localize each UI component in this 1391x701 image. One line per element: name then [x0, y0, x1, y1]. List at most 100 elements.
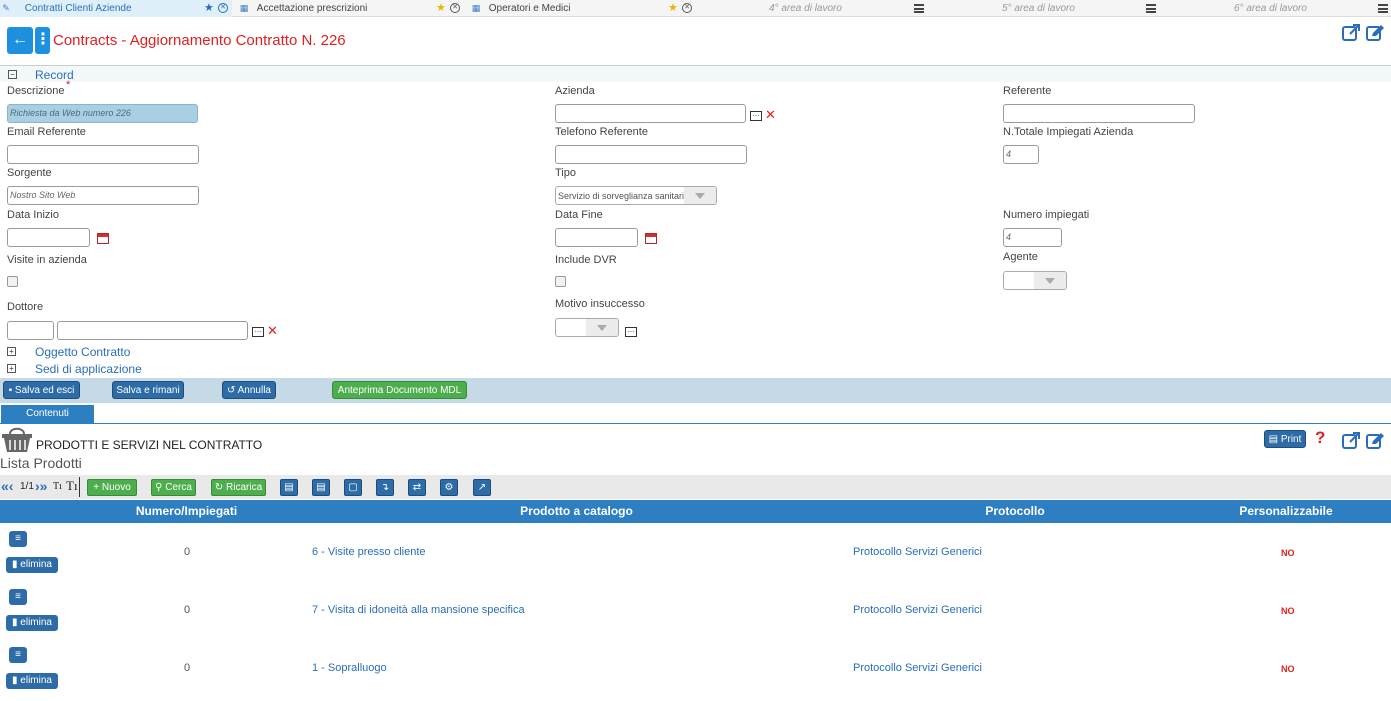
external-link-icon[interactable]: ↗ — [473, 479, 491, 496]
font-large-button[interactable]: Tı — [66, 478, 78, 494]
gear-icon[interactable]: ⚙ — [440, 479, 458, 496]
delete-button[interactable]: ▮ elimina — [6, 557, 58, 573]
row-menu-button[interactable]: ≡ — [9, 531, 27, 547]
help-icon[interactable]: ? — [1315, 428, 1325, 448]
column-header-personalizzabile[interactable]: Personalizzabile — [1186, 500, 1386, 523]
font-small-button[interactable]: Tı — [53, 481, 62, 492]
tipo-value: Servizio di sorveglianza sanitaria — [558, 191, 690, 201]
close-icon[interactable]: ✕ — [450, 3, 460, 13]
window-tab-contratti[interactable]: ✎ Contratti Clienti Aziende ★ ✕ — [0, 0, 232, 17]
menu-icon[interactable] — [914, 4, 924, 13]
arrow-down-icon[interactable]: ↴ — [376, 479, 394, 496]
descrizione-input[interactable]: Richiesta da Web numero 226 — [7, 104, 198, 123]
expand-icon[interactable]: + — [7, 347, 16, 356]
more-menu-button[interactable]: ⋮ — [35, 27, 51, 54]
table-cell-personalizzabile: NO — [1281, 664, 1295, 674]
edit-icon[interactable] — [1366, 24, 1385, 41]
external-link-icon[interactable] — [1342, 432, 1361, 449]
numero-impiegati-input[interactable]: 4 — [1003, 228, 1062, 247]
tipo-select[interactable]: Servizio di sorveglianza sanitaria — [555, 186, 717, 205]
preview-document-button[interactable]: Anteprima Documento MDL — [332, 381, 467, 399]
table-cell-protocollo[interactable]: Protocollo Servizi Generici — [853, 546, 982, 558]
page-title: Contracts - Aggiornamento Contratto N. 2… — [53, 32, 346, 49]
record-section-header — [0, 66, 1391, 82]
search-button[interactable]: ⚲ Cerca — [151, 479, 196, 496]
document-icon[interactable]: ▤ — [280, 479, 298, 496]
include-dvr-checkbox[interactable] — [555, 276, 566, 287]
save-stay-button[interactable]: Salva e rimani — [112, 381, 184, 399]
telefono-referente-input[interactable] — [555, 145, 747, 164]
menu-icon[interactable] — [1146, 4, 1156, 13]
divider — [79, 477, 80, 497]
reload-button[interactable]: ↻ Ricarica — [211, 479, 266, 496]
column-header-numero[interactable]: Numero/Impiegati — [0, 500, 373, 523]
column-header-prodotto[interactable]: Prodotto a catalogo — [373, 500, 780, 523]
lookup-icon[interactable]: ... — [252, 326, 264, 337]
email-referente-input[interactable] — [7, 145, 199, 164]
lookup-icon[interactable]: ... — [750, 110, 762, 121]
visite-azienda-checkbox[interactable] — [7, 276, 18, 287]
work-area-6[interactable]: 6° area di lavoro — [1234, 0, 1307, 17]
table-cell-prodotto[interactable]: 7 - Visita di idoneità alla mansione spe… — [312, 604, 525, 616]
totale-impiegati-input[interactable]: 4 — [1003, 145, 1039, 164]
table-cell-protocollo[interactable]: Protocollo Servizi Generici — [853, 662, 982, 674]
section-sedi-applicazione[interactable]: Sedi di applicazione — [35, 362, 142, 376]
swap-icon[interactable]: ⇄ — [408, 479, 426, 496]
row-menu-button[interactable]: ≡ — [9, 647, 27, 663]
menu-icon[interactable] — [1378, 4, 1388, 13]
file-icon[interactable]: ▢ — [344, 479, 362, 496]
clear-icon[interactable]: ✕ — [267, 324, 278, 337]
chevron-down-icon — [684, 187, 716, 204]
print-button[interactable]: ▤ Print — [1264, 430, 1306, 448]
edit-icon[interactable] — [1366, 432, 1385, 449]
star-icon[interactable]: ★ — [668, 0, 678, 17]
azienda-input[interactable] — [555, 104, 746, 123]
search-icon: ⚲ — [155, 482, 163, 493]
work-area-4[interactable]: 4° area di lavoro — [769, 0, 842, 17]
external-link-icon[interactable] — [1342, 24, 1361, 41]
close-icon[interactable]: ✕ — [682, 3, 692, 13]
lookup-icon[interactable]: ... — [625, 326, 637, 337]
dottore-code-input[interactable] — [7, 321, 54, 340]
table-cell-protocollo[interactable]: Protocollo Servizi Generici — [853, 604, 982, 616]
section-oggetto-contratto[interactable]: Oggetto Contratto — [35, 345, 130, 359]
star-icon[interactable]: ★ — [204, 0, 214, 17]
close-icon[interactable]: ✕ — [218, 3, 228, 13]
dottore-input[interactable] — [57, 321, 248, 340]
last-page-icon[interactable]: ›» — [35, 478, 47, 494]
expand-icon[interactable]: + — [7, 364, 16, 373]
window-tab-operatori[interactable]: ▦ Operatori e Medici ★ ✕ — [470, 0, 696, 17]
table-cell-prodotto[interactable]: 1 - Sopralluogo — [312, 662, 387, 674]
calendar-icon[interactable] — [645, 233, 657, 244]
motivo-insuccesso-select[interactable] — [555, 318, 619, 337]
column-header-protocollo[interactable]: Protocollo — [780, 500, 1250, 523]
motivo-insuccesso-label: Motivo insuccesso — [555, 298, 645, 310]
table-cell-numero: 0 — [184, 662, 191, 674]
agente-select[interactable] — [1003, 271, 1067, 290]
trash-icon: ▮ — [12, 617, 18, 628]
data-fine-input[interactable] — [555, 228, 638, 247]
save-exit-button[interactable]: ▪ Salva ed esci — [3, 381, 80, 399]
collapse-icon[interactable]: − — [8, 70, 17, 79]
data-inizio-input[interactable] — [7, 228, 90, 247]
new-button[interactable]: + Nuovo — [87, 479, 137, 496]
sorgente-input[interactable]: Nostro Sito Web — [7, 186, 199, 205]
work-area-5[interactable]: 5° area di lavoro — [1002, 0, 1075, 17]
calendar-icon[interactable] — [97, 233, 109, 244]
row-menu-button[interactable]: ≡ — [9, 589, 27, 605]
azienda-label: Azienda — [555, 85, 595, 97]
tab-contenuti[interactable]: Contenuti — [1, 405, 94, 423]
print-icon: ▤ — [1268, 434, 1279, 445]
delete-button[interactable]: ▮ elimina — [6, 673, 58, 689]
cancel-button[interactable]: ↺ Annulla — [222, 381, 276, 399]
clear-icon[interactable]: ✕ — [765, 108, 776, 121]
table-cell-prodotto[interactable]: 6 - Visite presso cliente — [312, 546, 426, 558]
document-icon[interactable]: ▤ — [312, 479, 330, 496]
back-button[interactable]: ← — [7, 27, 33, 54]
referente-input[interactable] — [1003, 104, 1195, 123]
first-page-icon[interactable]: «‹ — [1, 478, 13, 494]
star-icon[interactable]: ★ — [436, 0, 446, 17]
window-tab-accettazione[interactable]: ▦ Accettazione prescrizioni ★ ✕ — [238, 0, 464, 17]
visite-azienda-label: Visite in azienda — [7, 254, 87, 266]
delete-button[interactable]: ▮ elimina — [6, 615, 58, 631]
